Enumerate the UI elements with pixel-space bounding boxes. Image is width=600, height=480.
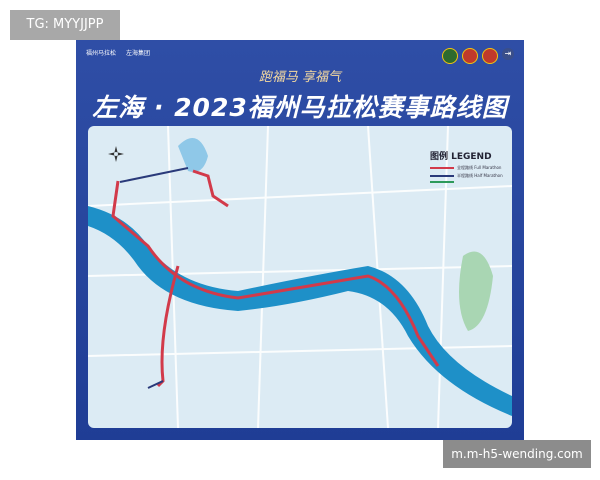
route-map: 图例 LEGEND 全程路线 Full Marathon 半程路线 Half M… <box>88 126 512 428</box>
watermark-top-left: TG: MYYJJPP <box>10 10 120 40</box>
legend-item-other <box>430 181 503 183</box>
lake <box>178 138 208 172</box>
legend-item-full: 全程路线 Full Marathon <box>430 165 503 171</box>
min-river <box>88 206 512 416</box>
emblem-icon <box>462 48 478 64</box>
logo-zuohai-group: 左海集团 <box>125 50 150 57</box>
emblem-icon <box>482 48 498 64</box>
emblem-icon <box>442 48 458 64</box>
green-hill <box>459 251 493 331</box>
exit-icon[interactable]: ⇥ <box>502 48 514 60</box>
map-legend: 图例 LEGEND 全程路线 Full Marathon 半程路线 Half M… <box>430 146 503 185</box>
compass-icon <box>108 146 124 162</box>
slogan: 跑福马 享福气 <box>258 70 342 85</box>
sponsor-logos: 福州马拉松 左海集团 <box>86 48 158 57</box>
logo-fuzhou-marathon: 福州马拉松 <box>86 50 117 57</box>
legend-title: 图例 LEGEND <box>430 152 492 162</box>
legend-item-half: 半程路线 Half Marathon <box>430 173 503 179</box>
badge-group: ⇥ <box>442 48 514 64</box>
watermark-bottom-right: m.m-h5-wending.com <box>443 440 591 468</box>
poster-title: 左海 · 2023福州马拉松赛事路线图 <box>92 93 508 122</box>
route-poster: 福州马拉松 左海集团 ⇥ 跑福马 享福气 左海 · 2023福州马拉松赛事路线图… <box>76 40 524 440</box>
